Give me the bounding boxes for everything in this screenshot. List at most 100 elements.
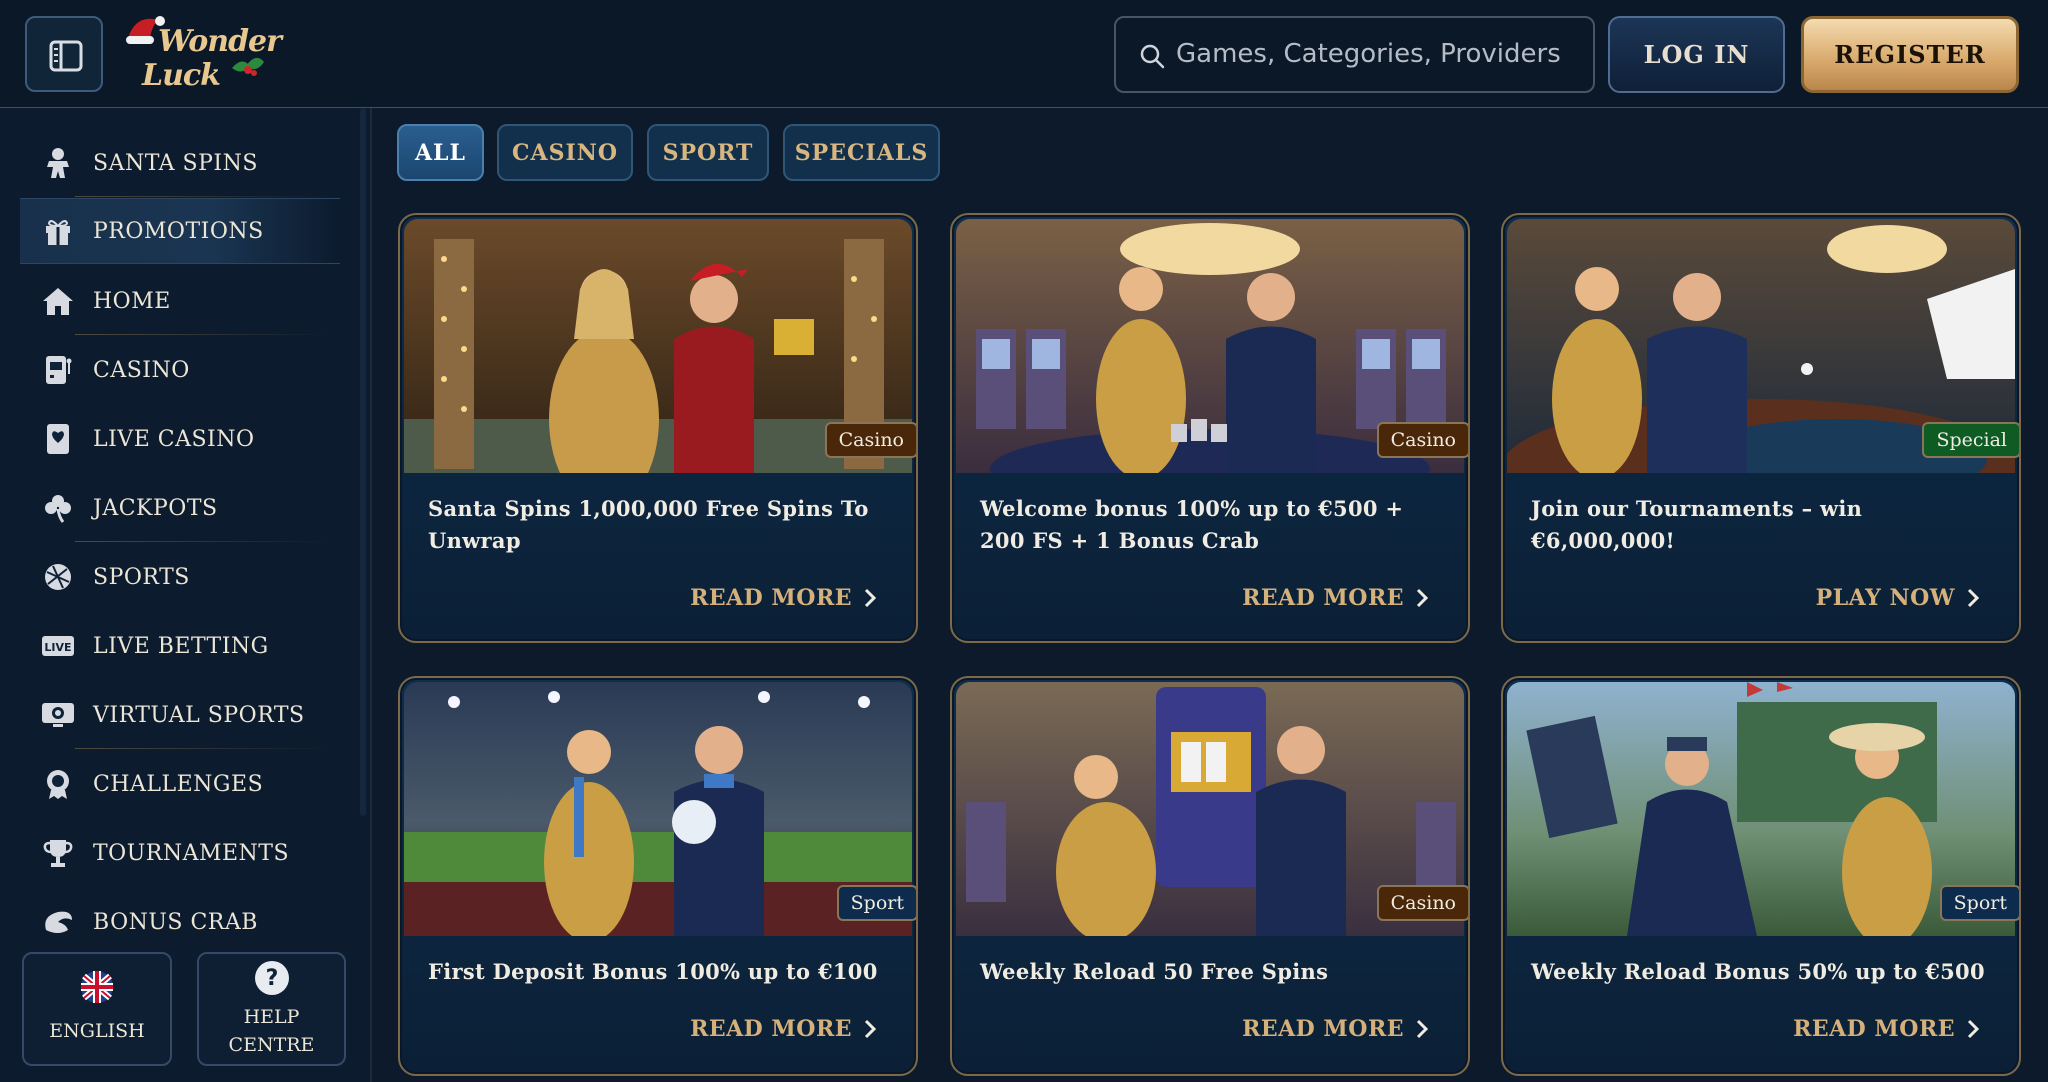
promo-title-line1: Weekly Reload Bonus 50% up to €500	[1531, 959, 1985, 984]
sidebar-item-label: BONUS CRAB	[93, 909, 258, 935]
language-button[interactable]: ENGLISH	[22, 952, 172, 1066]
sidebar-item-label: SPORTS	[93, 564, 190, 590]
tab-casino[interactable]: CASINO	[497, 124, 633, 181]
sidebar-toggle-icon	[49, 40, 83, 72]
tab-sport[interactable]: SPORT	[647, 124, 769, 181]
logo-text-luck: Luck	[142, 58, 221, 93]
search-box[interactable]	[1114, 16, 1595, 93]
sidebar-divider	[75, 196, 335, 197]
sidebar-item-label: SANTA SPINS	[93, 150, 258, 176]
promo-card[interactable]: Special Join our Tournaments – win €6,00…	[1501, 213, 2021, 643]
promo-card[interactable]: Casino Weekly Reload 50 Free Spins READ …	[950, 676, 1470, 1076]
chevron-right-icon	[1967, 588, 1979, 608]
login-button[interactable]: LOG IN	[1608, 16, 1785, 93]
sidebar-item-label: LIVE CASINO	[93, 426, 255, 452]
sidebar-scrollbar[interactable]	[360, 108, 366, 816]
help-label-line2: CENTRE	[228, 1034, 315, 1056]
category-badge: Sport	[836, 885, 916, 921]
sidebar-item-sports[interactable]: SPORTS	[20, 544, 340, 610]
category-badge: Casino	[1376, 422, 1468, 458]
promo-title: Join our Tournaments – win €6,000,000!	[1531, 493, 1862, 557]
site-logo[interactable]: Wonder Luck	[118, 10, 282, 98]
read-more-link[interactable]: READ MORE	[1242, 585, 1428, 611]
cta-label: READ MORE	[690, 585, 852, 611]
promo-title-line1: Santa Spins 1,000,000 Free Spins To	[428, 496, 869, 521]
promo-title-line1: Weekly Reload 50 Free Spins	[980, 959, 1329, 984]
home-icon	[40, 283, 76, 319]
promo-image	[404, 682, 912, 936]
uk-flag-icon	[81, 971, 113, 1003]
category-badge: Casino	[824, 422, 916, 458]
sidebar-item-santa-spins[interactable]: SANTA SPINS	[20, 130, 340, 196]
svg-text:LIVE: LIVE	[44, 641, 71, 654]
sidebar-divider	[75, 748, 335, 749]
sports-ball-icon	[40, 559, 76, 595]
crab-claw-icon	[40, 904, 76, 940]
search-input[interactable]	[1176, 34, 1576, 74]
register-button[interactable]: REGISTER	[1801, 16, 2019, 93]
sidebar-toggle-button[interactable]	[25, 16, 103, 92]
promo-title-line1: Join our Tournaments – win	[1531, 496, 1863, 521]
sidebar-item-label: JACKPOTS	[93, 495, 218, 521]
top-header: Wonder Luck LOG IN REGISTER	[0, 0, 2048, 108]
sidebar-divider	[75, 334, 335, 335]
slot-machine-icon	[40, 352, 76, 388]
play-now-link[interactable]: PLAY NOW	[1816, 585, 1979, 611]
sidebar-item-bonus-crab[interactable]: BONUS CRAB	[20, 889, 340, 955]
sidebar-item-tournaments[interactable]: TOURNAMENTS	[20, 820, 340, 886]
chevron-right-icon	[864, 588, 876, 608]
read-more-link[interactable]: READ MORE	[690, 1016, 876, 1042]
gift-icon	[40, 213, 76, 249]
sidebar-item-label: VIRTUAL SPORTS	[93, 702, 305, 728]
live-icon: LIVE	[40, 628, 76, 664]
sidebar-item-label: TOURNAMENTS	[93, 840, 290, 866]
search-icon	[1140, 44, 1165, 69]
help-centre-button[interactable]: ? HELP CENTRE	[197, 952, 346, 1066]
holly-icon	[232, 57, 264, 76]
read-more-link[interactable]: READ MORE	[1242, 1016, 1428, 1042]
gingerbread-icon	[40, 145, 76, 181]
promo-title-line2: €6,000,000!	[1531, 528, 1676, 553]
sidebar-item-promotions[interactable]: PROMOTIONS	[20, 198, 340, 264]
sidebar-item-challenges[interactable]: CHALLENGES	[20, 751, 340, 817]
promo-card[interactable]: Sport Weekly Reload Bonus 50% up to €500…	[1501, 676, 2021, 1076]
sidebar-item-live-casino[interactable]: LIVE CASINO	[20, 406, 340, 472]
sidebar-item-home[interactable]: HOME	[20, 268, 340, 334]
cta-label: PLAY NOW	[1815, 585, 1955, 611]
cta-label: READ MORE	[690, 1016, 852, 1042]
promo-title: Weekly Reload Bonus 50% up to €500	[1531, 956, 1985, 988]
sidebar-item-live-betting[interactable]: LIVE LIVE BETTING	[20, 613, 340, 679]
chevron-right-icon	[864, 1019, 876, 1039]
clover-icon	[40, 490, 76, 526]
sidebar-divider	[75, 541, 335, 542]
sidebar-nav: SANTA SPINS PROMOTIONS HOME CASINO LIVE …	[0, 108, 372, 1082]
cta-label: READ MORE	[1242, 585, 1404, 611]
promo-card[interactable]: Sport First Deposit Bonus 100% up to €10…	[398, 676, 918, 1076]
chevron-right-icon	[1967, 1019, 1979, 1039]
cta-label: READ MORE	[1793, 1016, 1955, 1042]
sidebar-item-virtual-sports[interactable]: VIRTUAL SPORTS	[20, 682, 340, 748]
read-more-link[interactable]: READ MORE	[690, 585, 876, 611]
trophy-icon	[40, 835, 76, 871]
read-more-link[interactable]: READ MORE	[1793, 1016, 1979, 1042]
promo-title-line1: Welcome bonus 100% up to €500 +	[980, 496, 1404, 521]
promo-title: Weekly Reload 50 Free Spins	[980, 956, 1328, 988]
sidebar-item-jackpots[interactable]: JACKPOTS	[20, 475, 340, 541]
category-badge: Casino	[1376, 885, 1468, 921]
promo-card[interactable]: Casino Santa Spins 1,000,000 Free Spins …	[398, 213, 918, 643]
tab-all[interactable]: ALL	[397, 124, 484, 181]
promo-card[interactable]: Casino Welcome bonus 100% up to €500 + 2…	[950, 213, 1470, 643]
promo-image	[1507, 682, 2015, 936]
promo-title-line1: First Deposit Bonus 100% up to €100	[428, 959, 878, 984]
sidebar-item-casino[interactable]: CASINO	[20, 337, 340, 403]
sidebar-item-label: PROMOTIONS	[93, 218, 264, 244]
promo-title-line2: Unwrap	[428, 528, 521, 553]
promo-title-line2: 200 FS + 1 Bonus Crab	[980, 528, 1260, 553]
chevron-right-icon	[1416, 1019, 1428, 1039]
sidebar-item-label: CASINO	[93, 357, 190, 383]
sidebar-item-label: LIVE BETTING	[93, 633, 269, 659]
cta-label: READ MORE	[1242, 1016, 1404, 1042]
tab-specials[interactable]: SPECIALS	[783, 124, 940, 181]
category-badge: Sport	[1939, 885, 2019, 921]
virtual-sports-icon	[40, 697, 76, 733]
